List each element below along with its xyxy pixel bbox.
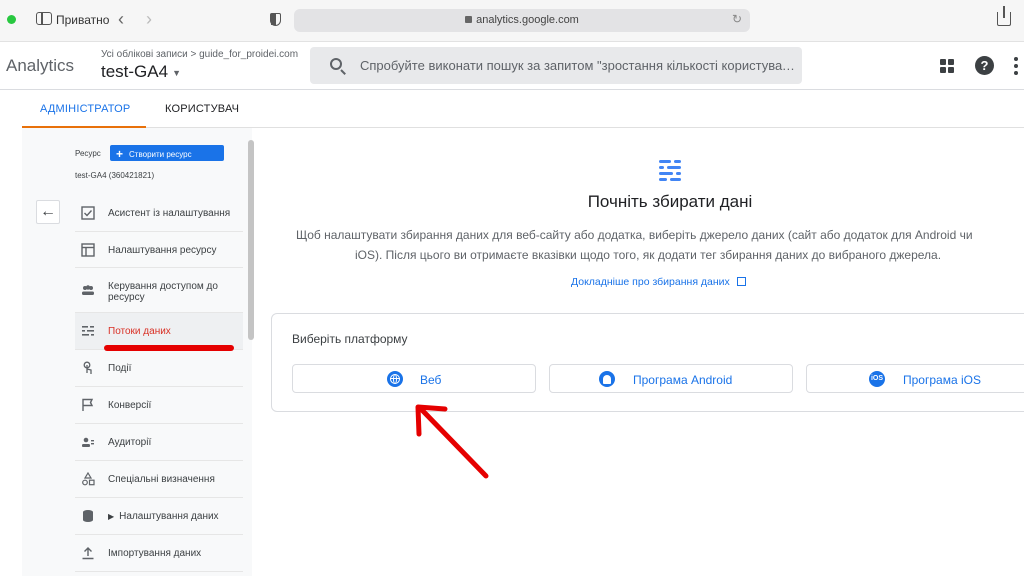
- annotation-arrow-icon: [415, 404, 489, 479]
- description-line: iOS). Після цього ви отримаєте вказівки …: [355, 248, 942, 262]
- tab-admin[interactable]: АДМІНІСТРАТОР: [40, 103, 130, 115]
- sidebar-toggle-icon[interactable]: [36, 12, 52, 25]
- nav-item-setup-assistant[interactable]: Асистент із налаштування: [75, 195, 243, 232]
- checkbox-icon: [81, 206, 95, 220]
- platform-android-button[interactable]: Програма Android: [549, 364, 793, 393]
- breadcrumb[interactable]: Усі облікові записи > guide_for_proidei.…: [101, 49, 298, 60]
- address-bar[interactable]: analytics.google.com ↻: [294, 9, 750, 32]
- platform-ios-button[interactable]: iOS Програма iOS: [806, 364, 1024, 393]
- platform-web-button[interactable]: Веб: [292, 364, 536, 393]
- back-chevron-icon[interactable]: ‹: [118, 9, 124, 30]
- nav-item-property-settings[interactable]: Налаштування ресурсу: [75, 232, 243, 268]
- search-placeholder: Спробуйте виконати пошук за запитом "зро…: [360, 58, 796, 73]
- streams-icon: [82, 326, 94, 336]
- layout-icon: [81, 243, 95, 257]
- back-arrow-icon[interactable]: ←: [36, 200, 60, 224]
- window-control-dot[interactable]: [7, 15, 16, 24]
- property-id[interactable]: test-GA4 (360421821): [75, 171, 154, 180]
- create-property-button[interactable]: + Створити ресурс: [110, 145, 224, 161]
- share-icon[interactable]: [997, 6, 1011, 26]
- caret-down-icon: ▼: [172, 67, 182, 78]
- page-title: Почніть збирати дані: [587, 192, 753, 211]
- upload-icon: [82, 547, 94, 560]
- nav-item-custom-definitions[interactable]: Спеціальні визначення: [75, 461, 243, 498]
- nav-label: Налаштування даних: [119, 511, 219, 522]
- search-icon: [330, 58, 342, 70]
- nav-label: Конверсії: [108, 400, 152, 411]
- learn-more-link[interactable]: Докладніше про збирання даних: [571, 276, 746, 288]
- nav-item-conversions[interactable]: Конверсії: [75, 387, 243, 424]
- nav-label: Потоки даних: [108, 326, 171, 337]
- ios-icon: iOS: [869, 371, 885, 387]
- create-property-label: Створити ресурс: [129, 150, 192, 159]
- expand-arrow-icon[interactable]: ▶: [108, 512, 114, 521]
- database-icon: [83, 510, 93, 522]
- nav-item-audiences[interactable]: Аудиторії: [75, 424, 243, 461]
- nav-label-expandable: ▶ Налаштування даних: [108, 511, 238, 522]
- nav-label: Асистент із налаштування: [108, 208, 231, 219]
- open-in-new-icon: [736, 277, 746, 286]
- scrollbar[interactable]: [248, 140, 254, 340]
- property-selector[interactable]: test-GA4 ▼: [101, 62, 181, 82]
- nav-item-access-management[interactable]: Керування доступом до ресурсу: [75, 268, 243, 313]
- analytics-header: Analytics Усі облікові записи > guide_fo…: [0, 42, 1024, 90]
- touch-icon: [83, 361, 92, 374]
- analytics-logo[interactable]: Analytics: [6, 56, 74, 76]
- nav-label: Події: [108, 363, 132, 374]
- property-name: test-GA4: [101, 62, 169, 81]
- resource-label: Ресурс: [75, 149, 101, 158]
- data-streams-icon: [657, 158, 683, 184]
- admin-tabs: АДМІНІСТРАТОР КОРИСТУВАЧ: [22, 90, 1024, 128]
- android-icon: [599, 371, 615, 387]
- privacy-shield-icon[interactable]: [270, 13, 281, 26]
- flag-icon: [82, 398, 94, 411]
- private-mode-label: Приватно: [56, 13, 110, 27]
- nav-item-events[interactable]: Події: [75, 350, 243, 387]
- learn-more-label: Докладніше про збирання даних: [571, 276, 730, 288]
- platform-ios-label: Програма iOS: [903, 373, 981, 387]
- nav-label: Спеціальні визначення: [108, 474, 215, 485]
- people-icon: [82, 285, 94, 295]
- forward-chevron-icon[interactable]: ›: [146, 9, 152, 30]
- globe-icon: [387, 371, 403, 387]
- search-bar[interactable]: Спробуйте виконати пошук за запитом "зро…: [310, 47, 802, 84]
- plus-icon: +: [116, 147, 124, 161]
- apps-grid-icon[interactable]: [940, 59, 954, 73]
- audience-icon: [82, 437, 94, 447]
- more-vert-icon[interactable]: [1014, 57, 1018, 78]
- platform-android-label: Програма Android: [633, 373, 733, 387]
- tab-user[interactable]: КОРИСТУВАЧ: [165, 103, 239, 115]
- reload-icon[interactable]: ↻: [732, 12, 742, 26]
- platform-card-title: Виберіть платформу: [292, 332, 408, 346]
- nav-item-data-settings[interactable]: ▶ Налаштування даних: [75, 498, 243, 535]
- description-line: Щоб налаштувати збирання даних для веб-с…: [296, 228, 973, 242]
- lock-icon: [465, 16, 473, 23]
- description: Щоб налаштувати збирання даних для веб-с…: [296, 225, 1024, 265]
- nav-label: Аудиторії: [108, 437, 152, 448]
- annotation-underline: [104, 345, 234, 351]
- shapes-icon: [82, 472, 95, 486]
- nav-item-data-import[interactable]: Імпортування даних: [75, 535, 243, 572]
- nav-label: Керування доступом до ресурсу: [108, 281, 218, 303]
- help-icon[interactable]: ?: [975, 56, 994, 75]
- url-text: analytics.google.com: [476, 14, 579, 26]
- nav-label: Налаштування ресурсу: [108, 245, 217, 256]
- platform-card: Виберіть платформу Веб Програма Android …: [271, 313, 1024, 412]
- nav-label: Імпортування даних: [108, 548, 202, 559]
- platform-web-label: Веб: [420, 373, 442, 387]
- browser-toolbar: Приватно ‹ › analytics.google.com ↻: [0, 0, 1024, 42]
